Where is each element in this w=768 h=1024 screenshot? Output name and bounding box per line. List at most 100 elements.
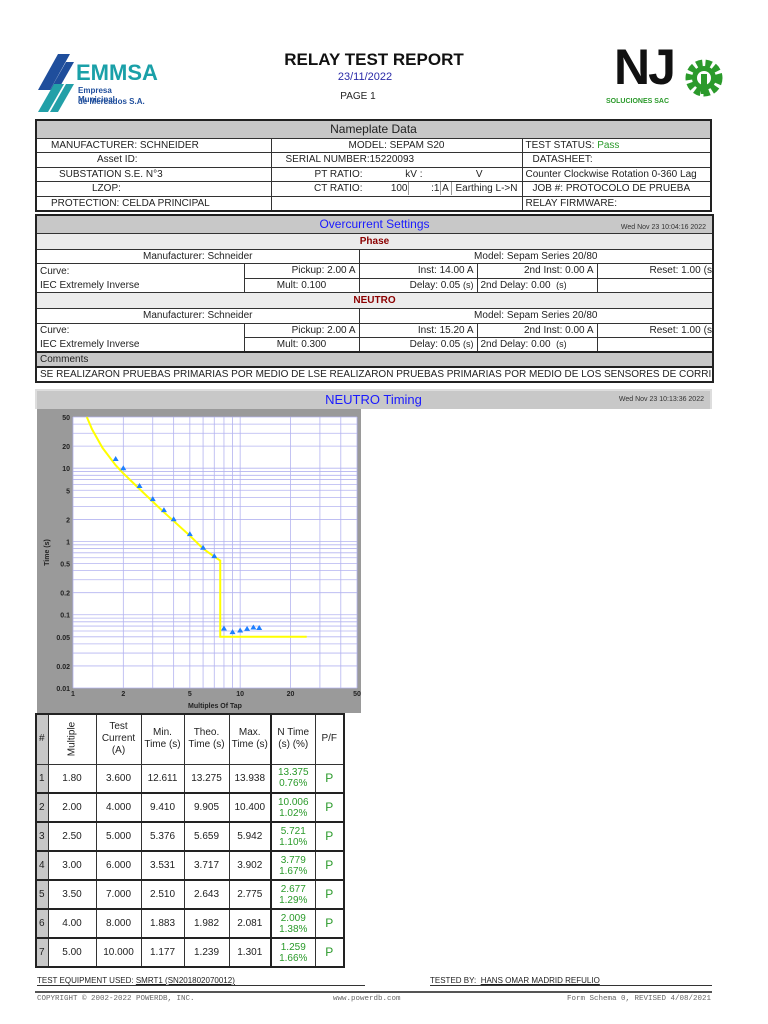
multiple: 1.80 <box>47 763 97 794</box>
neutro-header: NEUTRO <box>35 292 714 309</box>
col-max-time: Max. Time (s) <box>228 713 272 765</box>
multiple: 2.00 <box>47 792 97 823</box>
neutro-inst: Inst: 15.20 A <box>358 322 478 338</box>
measured-time: 10.006 1.02% <box>270 792 316 823</box>
col-min-time: Min. Time (s) <box>140 713 185 765</box>
max-time: 13.938 <box>228 763 272 794</box>
multiple: 2.50 <box>47 821 97 852</box>
y-tick-label: 0.5 <box>60 562 70 569</box>
x-tick-label: 20 <box>287 691 295 698</box>
x-tick-label: 10 <box>236 691 244 698</box>
row-index: 1 <box>35 763 49 794</box>
neutro-delay: Delay: 0.05 (s) <box>358 337 478 353</box>
ct-ratio: CT RATIO: 100:1 A Earthing L->N <box>270 181 523 197</box>
serial-number: SERIAL NUMBER:15220093 <box>270 152 523 168</box>
neutro-pickup: Pickup: 2.00 A <box>243 322 360 338</box>
phase-2nd-delay: 2nd Delay: 0.00 (s) <box>476 277 598 293</box>
results-table: # Multiple Test Current (A) Min. Time (s… <box>35 713 345 968</box>
min-time: 9.410 <box>140 792 185 823</box>
phase-inst: Inst: 14.00 A <box>358 263 478 279</box>
asset-id: Asset ID: <box>35 152 272 168</box>
max-time: 2.081 <box>228 908 272 939</box>
measured-time: 2.009 1.38% <box>270 908 316 939</box>
phase-curve-label: Curve: <box>35 263 245 278</box>
phase-header: Phase <box>35 232 714 250</box>
col-index: # <box>35 713 49 765</box>
y-tick-label: 0.02 <box>56 664 70 671</box>
rotation: Counter Clockwise Rotation 0-360 Lag <box>521 166 712 182</box>
measured-time: 2.677 1.29% <box>270 879 316 910</box>
theo-time: 5.659 <box>183 821 230 852</box>
max-time: 10.400 <box>228 792 272 823</box>
min-time: 12.611 <box>140 763 185 794</box>
theo-time: 9.905 <box>183 792 230 823</box>
table-row: 4 3.00 6.000 3.531 3.717 3.902 3.779 1.67… <box>35 850 345 881</box>
table-row: 3 2.50 5.000 5.376 5.659 5.942 5.721 1.10… <box>35 821 345 852</box>
timing-header: NEUTRO Timing Wed Nov 23 10:13:36 2022 <box>35 389 712 409</box>
nj-logo: NJ SOLUCIONES SAC <box>598 39 728 108</box>
datasheet: DATASHEET: <box>521 152 712 168</box>
overcurrent-title: Overcurrent Settings <box>319 216 430 231</box>
neutro-manufacturer: Manufacturer: Schneider <box>35 308 360 324</box>
powerdb-link[interactable]: www.powerdb.com <box>333 995 401 1003</box>
pass-fail: P <box>314 792 345 823</box>
phase-delay: Delay: 0.05 (s) <box>358 277 478 293</box>
lzop: LZOP: <box>35 181 272 197</box>
x-tick-label: 2 <box>121 691 125 698</box>
multiple: 5.00 <box>47 937 97 968</box>
col-multiple: Multiple <box>47 713 97 765</box>
pt-ratio: PT RATIO: kV :V <box>270 166 523 182</box>
x-axis-label: Multiples Of Tap <box>188 703 242 710</box>
tested-by: TESTED BY: HANS OMAR MADRID REFULIO <box>430 976 712 986</box>
max-time: 3.902 <box>228 850 272 881</box>
neutro-mult: Mult: 0.300 <box>243 337 360 353</box>
y-tick-label: 0.2 <box>60 591 70 598</box>
max-time: 2.775 <box>228 879 272 910</box>
copyright: COPYRIGHT © 2002-2022 POWERDB, INC. <box>37 995 195 1003</box>
model: MODEL: SEPAM S20 <box>270 137 523 153</box>
test-current: 7.000 <box>95 879 142 910</box>
row-index: 4 <box>35 850 49 881</box>
timing-title: NEUTRO Timing <box>325 392 422 407</box>
comments-text: SE REALIZARON PRUEBAS PRIMARIAS POR MEDI… <box>35 366 714 383</box>
min-time: 1.177 <box>140 937 185 968</box>
y-tick-label: 20 <box>62 444 70 451</box>
relay-firmware: RELAY FIRMWARE: <box>521 195 712 211</box>
table-row: 7 5.00 10.000 1.177 1.239 1.301 1.259 1.6… <box>35 937 345 968</box>
table-row: 5 3.50 7.000 2.510 2.643 2.775 2.677 1.29… <box>35 879 345 910</box>
theo-time: 1.982 <box>183 908 230 939</box>
neutro-curve-label: Curve: <box>35 322 245 338</box>
table-row: 6 4.00 8.000 1.883 1.982 2.081 2.009 1.38… <box>35 908 345 939</box>
measured-time: 1.259 1.66% <box>270 937 316 968</box>
pass-fail: P <box>314 850 345 881</box>
test-current: 10.000 <box>95 937 142 968</box>
measured-time: 13.375 0.76% <box>270 763 316 794</box>
row-index: 3 <box>35 821 49 852</box>
pass-fail: P <box>314 937 345 968</box>
phase-manufacturer: Manufacturer: Schneider <box>35 248 360 264</box>
measured-time: 3.779 1.67% <box>270 850 316 881</box>
status-badge: Pass <box>597 139 620 151</box>
theo-time: 2.643 <box>183 879 230 910</box>
max-time: 5.942 <box>228 821 272 852</box>
phase-2nd-inst: 2nd Inst: 0.00 A <box>476 263 598 279</box>
min-time: 2.510 <box>140 879 185 910</box>
test-current: 5.000 <box>95 821 142 852</box>
multiple: 3.50 <box>47 879 97 910</box>
x-tick-label: 5 <box>188 691 192 698</box>
neutro-curve: IEC Extremely Inverse <box>35 337 245 353</box>
form-schema: Form Schema 0, REVISED 4/08/2021 <box>566 995 711 1003</box>
max-time: 1.301 <box>228 937 272 968</box>
phase-pickup: Pickup: 2.00 A <box>243 263 360 279</box>
row-index: 7 <box>35 937 49 968</box>
x-tick-label: 1 <box>71 691 75 698</box>
theo-time: 1.239 <box>183 937 230 968</box>
x-tick-label: 50 <box>353 691 361 698</box>
measured-time: 5.721 1.10% <box>270 821 316 852</box>
phase-reset: Reset: 1.00 <box>596 263 704 279</box>
neutro-reset: Reset: 1.00 <box>596 322 704 338</box>
pass-fail: P <box>314 763 345 794</box>
nameplate-table: Nameplate Data MANUFACTURER: SCHNEIDER MO… <box>35 119 712 212</box>
timing-chart: 0.01 0.02 0.05 0.1 0.2 0.5 1 2 5 10 20 50 1 2 5 10 20 50 M… <box>37 409 361 713</box>
job-number: JOB #: PROTOCOLO DE PRUEBA <box>521 181 712 197</box>
